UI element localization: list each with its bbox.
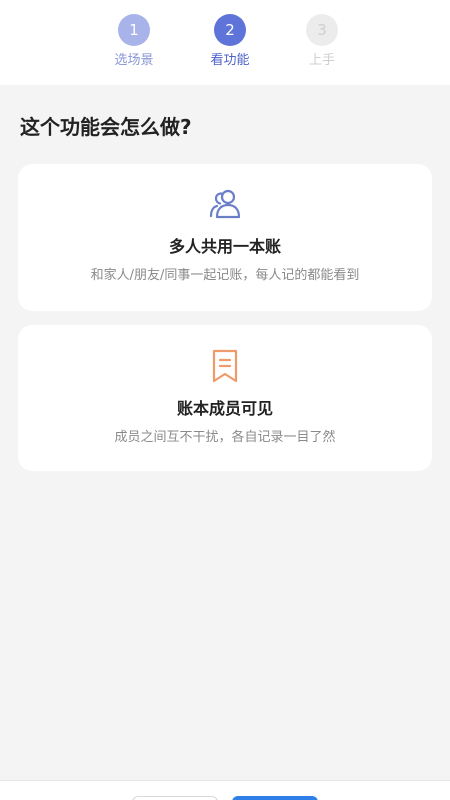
card-title: 多人共用一本账 (168, 237, 281, 256)
step-1[interactable]: 1 选场景 (104, 14, 164, 69)
step-3[interactable]: 3 上手 (292, 14, 352, 69)
feature-card-member-visible: 账本成员可见 成员之间互不干扰，各自记录一目了然 (18, 325, 432, 471)
step-2-label: 看功能 (210, 53, 250, 68)
card-description: 成员之间互不干扰，各自记录一目了然 (114, 430, 336, 445)
step-1-circle: 1 (118, 14, 150, 46)
card-title: 账本成员可见 (176, 399, 273, 418)
step-3-circle: 3 (306, 14, 338, 46)
step-2-circle: 2 (214, 14, 246, 46)
page-question: 这个功能会怎么做? (20, 115, 192, 139)
card-description: 和家人/朋友/同事一起记账，每人记的都能看到 (90, 268, 360, 283)
step-3-label: 上手 (308, 53, 335, 68)
bottom-action-bar (0, 780, 450, 800)
next-button[interactable] (232, 796, 318, 800)
previous-button[interactable] (132, 796, 218, 800)
stepper: 1 选场景 2 看功能 3 上手 (0, 0, 450, 85)
step-1-label: 选场景 (114, 53, 154, 68)
people-icon (209, 189, 241, 219)
step-2[interactable]: 2 看功能 (200, 14, 260, 69)
feature-card-shared-book: 多人共用一本账 和家人/朋友/同事一起记账，每人记的都能看到 (18, 164, 432, 311)
bookmark-icon (212, 349, 238, 383)
